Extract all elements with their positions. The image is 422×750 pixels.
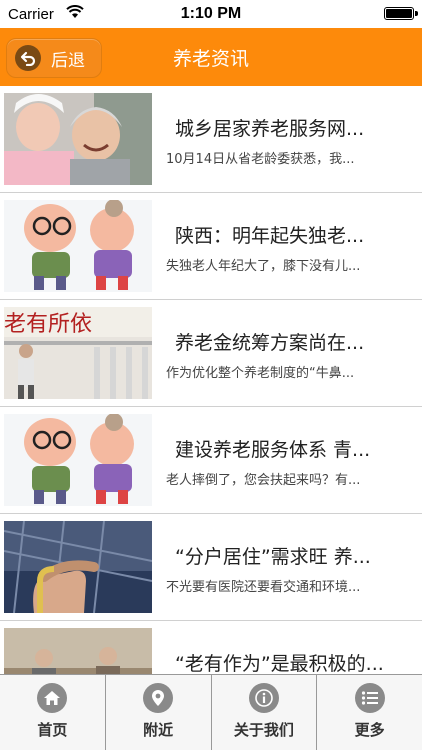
tab-bar: 首页 附近 关于我们 更多 bbox=[0, 674, 422, 750]
news-list[interactable]: 城乡居家养老服务网... 10月14日从省老龄委获悉，我... 陕西：明年起失独… bbox=[0, 86, 422, 674]
news-item[interactable]: “老有作为”是最积极的... bbox=[0, 621, 422, 674]
news-summary: 10月14日从省老龄委获悉，我... bbox=[166, 152, 355, 167]
news-thumbnail-cartoon-couple bbox=[4, 200, 152, 292]
svg-text:老有所依: 老有所依 bbox=[4, 312, 92, 337]
tab-home-label: 首页 bbox=[37, 721, 68, 739]
news-title: 陕西：明年起失独老... bbox=[175, 225, 365, 247]
tab-about-us-label: 关于我们 bbox=[233, 721, 294, 739]
news-thumbnail-elderly-outdoors bbox=[4, 628, 152, 674]
news-title: 养老金统筹方案尚在... bbox=[175, 332, 365, 354]
news-item[interactable]: 老有所依 养老金统筹方案尚在... 作为优化整个养老制度的“牛鼻... bbox=[0, 300, 422, 407]
news-summary: 老人摔倒了，您会扶起来吗？有... bbox=[166, 473, 361, 488]
tab-more[interactable]: 更多 bbox=[316, 675, 422, 750]
news-thumbnail-cartoon-couple bbox=[4, 414, 152, 506]
status-bar: Carrier 1:10 PM bbox=[0, 0, 422, 28]
battery-icon bbox=[384, 7, 418, 20]
news-title: “老有作为”是最积极的... bbox=[175, 653, 384, 674]
tab-more-label: 更多 bbox=[354, 721, 385, 739]
news-item[interactable]: 城乡居家养老服务网... 10月14日从省老龄委获悉，我... bbox=[0, 86, 422, 193]
news-summary: 作为优化整个养老制度的“牛鼻... bbox=[166, 366, 355, 381]
status-time: 1:10 PM bbox=[180, 5, 242, 22]
info-icon bbox=[248, 683, 279, 713]
news-item[interactable]: 陕西：明年起失独老... 失独老人年纪大了，膝下没有儿... bbox=[0, 193, 422, 300]
news-title: 建设养老服务体系 青... bbox=[175, 439, 371, 461]
tab-home[interactable]: 首页 bbox=[0, 675, 105, 750]
more-list-icon bbox=[354, 683, 385, 713]
news-thumbnail-elderly-man: 老有所依 bbox=[4, 307, 152, 399]
news-thumbnail-nurse-elderly bbox=[4, 93, 152, 185]
news-title: 城乡居家养老服务网... bbox=[175, 118, 365, 140]
news-item[interactable]: 建设养老服务体系 青... 老人摔倒了，您会扶起来吗？有... bbox=[0, 407, 422, 514]
news-item[interactable]: “分户居住”需求旺 养... 不光要有医院还要看交通和环境... bbox=[0, 514, 422, 621]
location-pin-icon bbox=[143, 683, 174, 713]
tab-nearby-label: 附近 bbox=[143, 721, 174, 739]
tab-about-us[interactable]: 关于我们 bbox=[210, 675, 317, 750]
news-title: “分户居住”需求旺 养... bbox=[175, 546, 371, 568]
page-title: 养老资讯 bbox=[172, 48, 249, 70]
home-icon bbox=[37, 683, 68, 713]
navigation-bar: 后退 养老资讯 bbox=[0, 28, 422, 86]
news-thumbnail-hands-cane bbox=[4, 521, 152, 613]
tab-nearby[interactable]: 附近 bbox=[104, 675, 211, 750]
news-summary: 不光要有医院还要看交通和环境... bbox=[166, 580, 361, 595]
news-summary: 失独老人年纪大了，膝下没有儿... bbox=[166, 259, 361, 274]
